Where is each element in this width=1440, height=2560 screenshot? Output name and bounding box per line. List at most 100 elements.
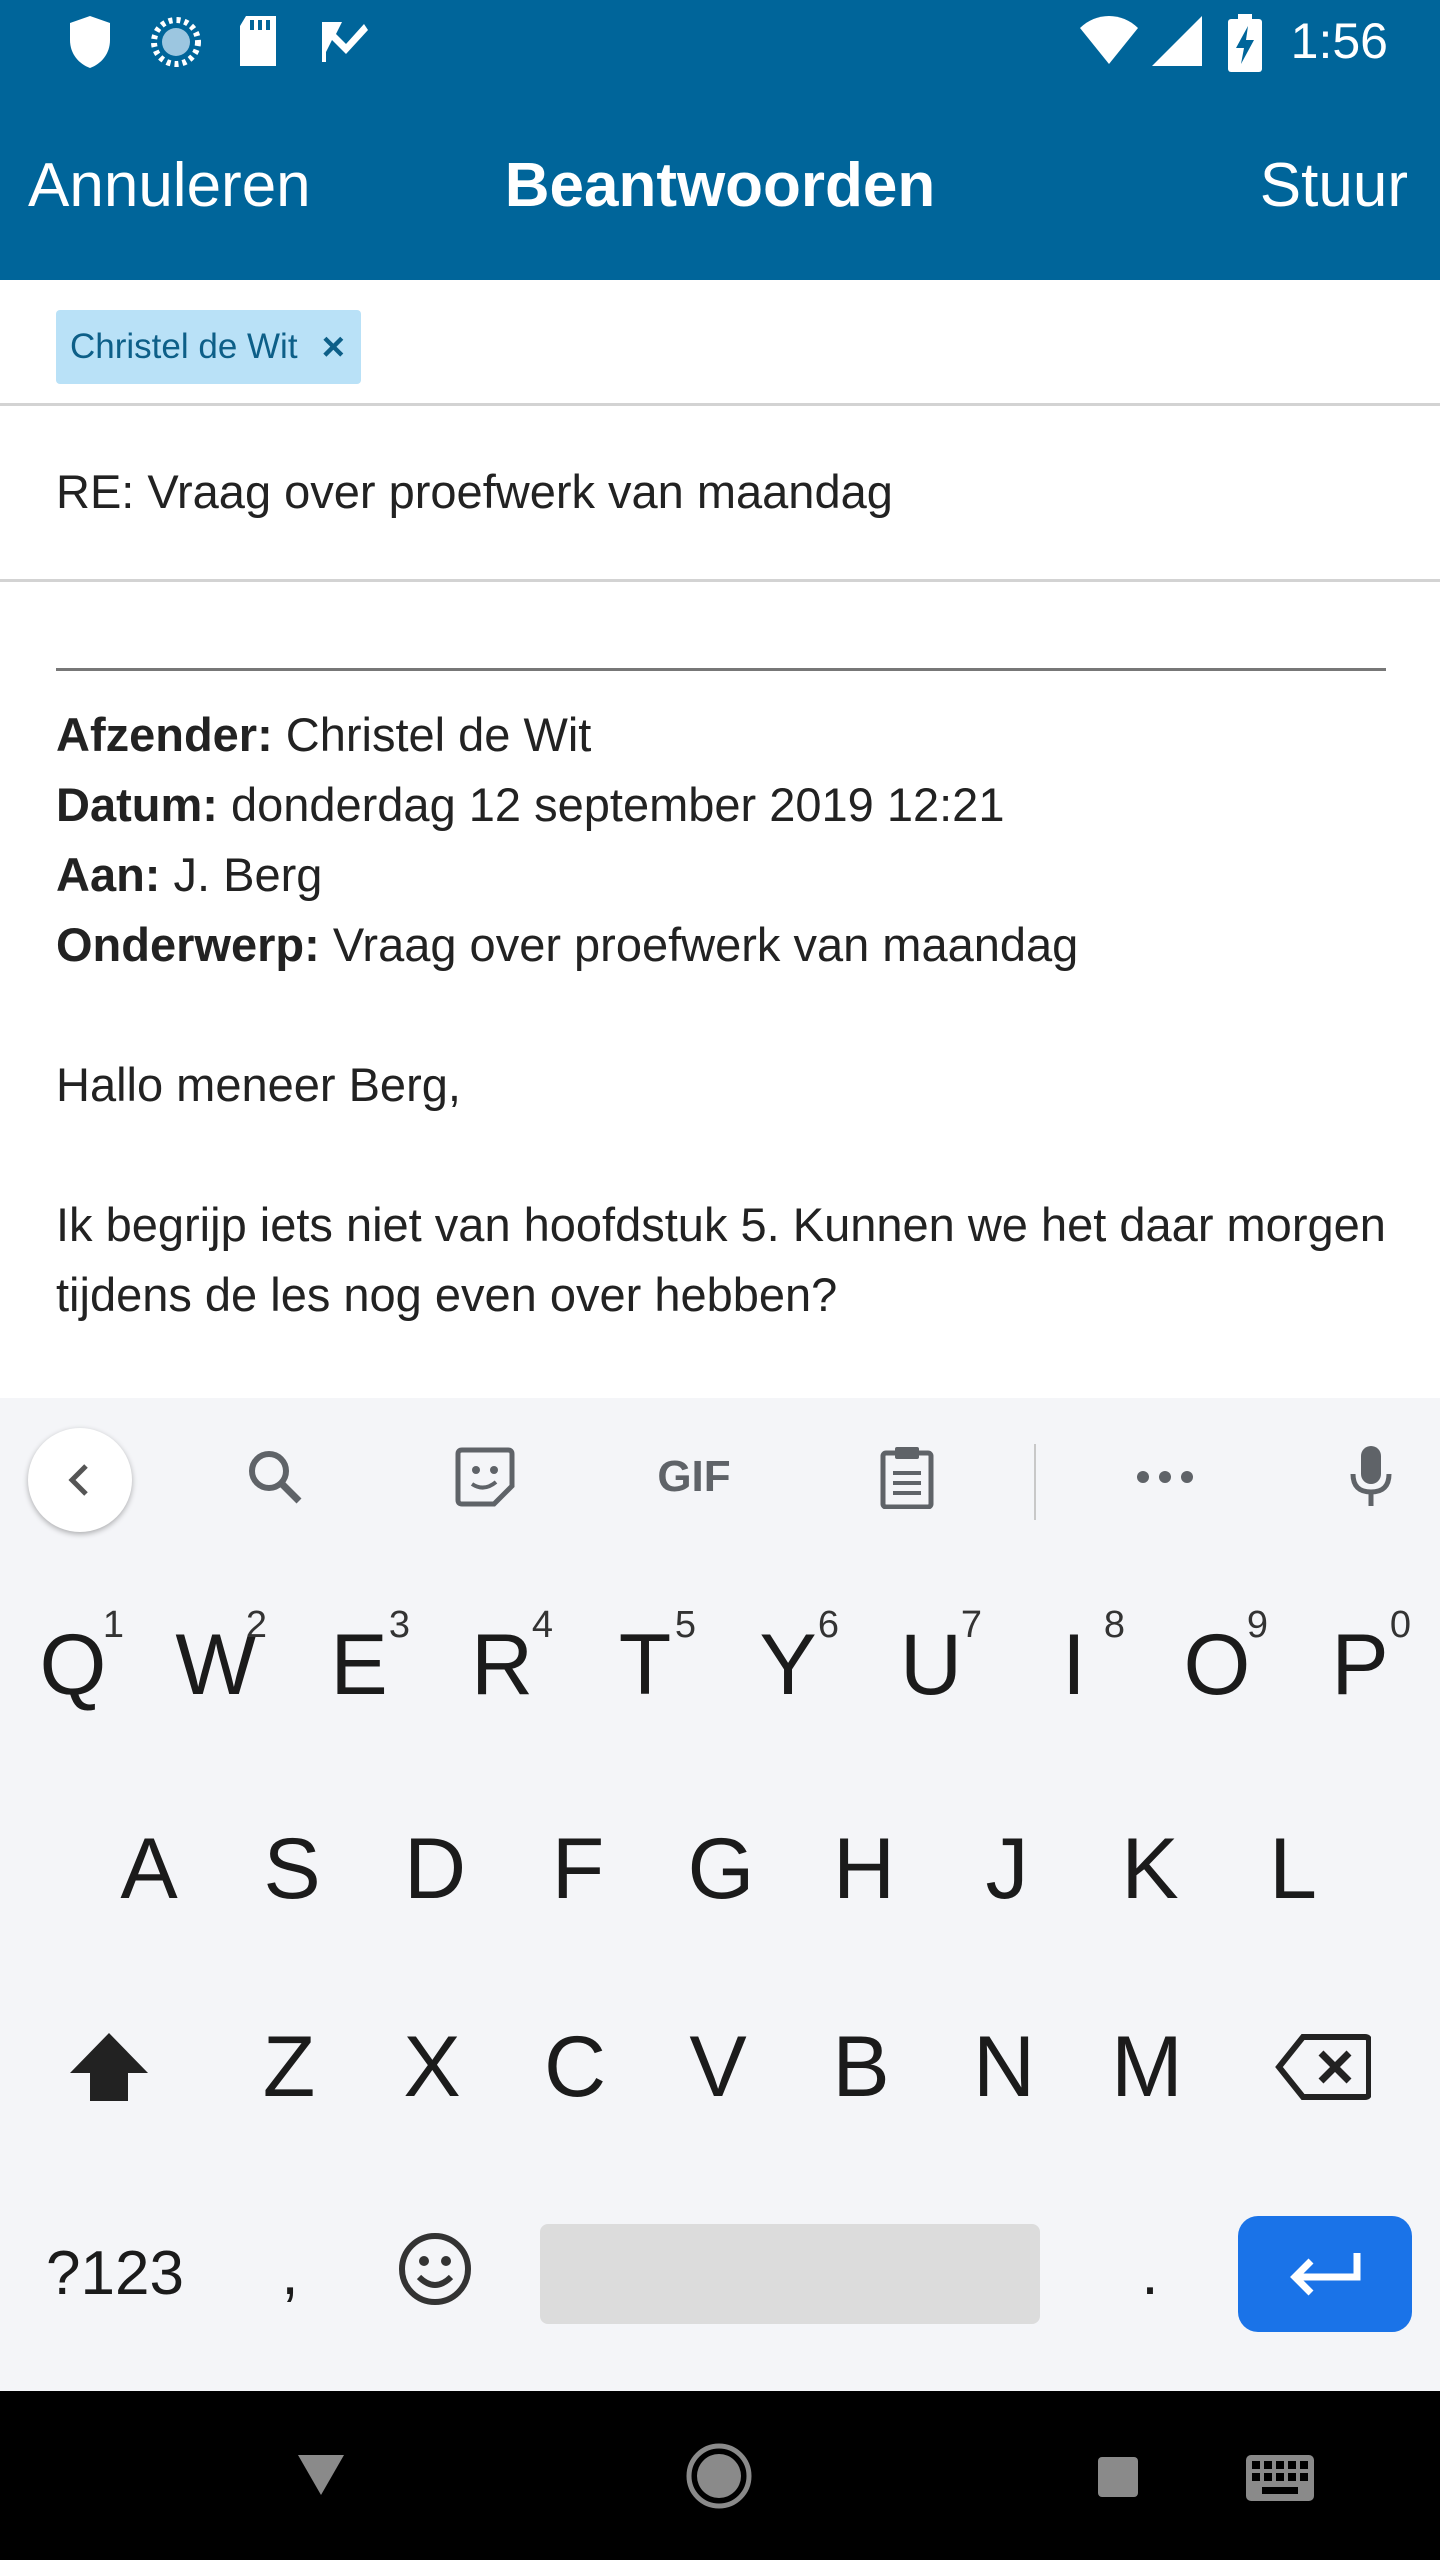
status-bar: 1:56 (0, 0, 1440, 84)
quoted-to-line: Aan: J. Berg (56, 840, 1386, 910)
key-label: E (330, 1616, 388, 1713)
recipients-field[interactable]: Christel de Wit × (0, 280, 1440, 406)
remove-recipient-icon[interactable]: × (322, 327, 345, 367)
key-z[interactable]: Z (224, 1992, 354, 2142)
key-number-hint: 3 (388, 1604, 410, 1646)
key-v[interactable]: V (653, 1992, 783, 2142)
key-l[interactable]: L (1228, 1794, 1358, 1944)
key-label: O (1183, 1616, 1251, 1713)
key-c[interactable]: C (510, 1992, 640, 2142)
quoted-header: Afzender: Christel de Wit Datum: donderd… (56, 700, 1386, 980)
key-label: U (899, 1616, 963, 1713)
key-x[interactable]: X (367, 1992, 497, 2142)
key-j[interactable]: J (942, 1794, 1072, 1944)
quoted-sender-line: Afzender: Christel de Wit (56, 700, 1386, 770)
key-number-hint: 1 (102, 1604, 124, 1646)
symbols-key-label: ?123 (46, 2238, 184, 2308)
recents-square-icon[interactable] (1096, 2455, 1140, 2503)
quoted-subject-value: Vraag over proefwerk van maandag (319, 918, 1079, 971)
sender-label: Afzender: (56, 708, 273, 761)
key-number-hint: 2 (245, 1604, 267, 1646)
quoted-subject-label: Onderwerp: (56, 918, 320, 971)
key-b[interactable]: B (796, 1992, 926, 2142)
date-label: Datum: (56, 778, 218, 831)
battery-charging-icon (1228, 14, 1262, 76)
back-chevron-icon[interactable] (28, 1428, 132, 1532)
task-check-icon (316, 14, 370, 72)
key-number-hint: 4 (531, 1604, 553, 1646)
key-label: Q (39, 1616, 107, 1713)
key-f[interactable]: F (513, 1794, 643, 1944)
key-r[interactable]: R4 (437, 1590, 567, 1740)
key-label: W (175, 1616, 257, 1713)
key-label: R (470, 1616, 534, 1713)
key-t[interactable]: T5 (580, 1590, 710, 1740)
microphone-icon[interactable] (1336, 1442, 1406, 1512)
key-y[interactable]: Y6 (723, 1590, 853, 1740)
recipient-chip[interactable]: Christel de Wit × (56, 310, 361, 384)
keyboard-icon[interactable] (1244, 2453, 1316, 2507)
to-label: Aan: (56, 848, 161, 901)
key-s[interactable]: S (227, 1794, 357, 1944)
page-title: Beantwoorden (504, 151, 936, 220)
enter-key[interactable] (1238, 2216, 1412, 2332)
shift-key[interactable] (44, 1992, 174, 2142)
key-number-hint: 6 (817, 1604, 839, 1646)
space-bar[interactable] (540, 2224, 1040, 2324)
key-number-hint: 9 (1246, 1604, 1268, 1646)
key-number-hint: 5 (674, 1604, 696, 1646)
key-number-hint: 0 (1389, 1604, 1411, 1646)
key-m[interactable]: M (1082, 1992, 1212, 2142)
key-d[interactable]: D (370, 1794, 500, 1944)
signal-icon (1150, 14, 1202, 70)
key-number-hint: 7 (960, 1604, 982, 1646)
wifi-icon (1078, 14, 1140, 70)
quoted-date-line: Datum: donderdag 12 september 2019 12:21 (56, 770, 1386, 840)
clipboard-icon[interactable] (872, 1442, 942, 1512)
search-icon[interactable] (240, 1442, 310, 1512)
period-key[interactable]: . (1100, 2208, 1200, 2338)
subject-field[interactable]: RE: Vraag over proefwerk van maandag (0, 406, 1440, 582)
clock-time: 1:56 (1290, 13, 1388, 69)
backspace-key[interactable] (1258, 1992, 1388, 2142)
key-u[interactable]: U7 (866, 1590, 996, 1740)
key-k[interactable]: K (1085, 1794, 1215, 1944)
keyboard: GIF Q1W2E3R4T5Y6U7I8O9P0 ASDFGHJKL ZXCVB… (0, 1398, 1440, 2391)
more-icon[interactable] (1130, 1442, 1200, 1512)
quote-divider (56, 668, 1386, 671)
sync-icon (148, 14, 204, 74)
key-q[interactable]: Q1 (8, 1590, 138, 1740)
key-e[interactable]: E3 (294, 1590, 424, 1740)
comma-key[interactable]: , (240, 2208, 340, 2338)
toolbar-separator (1034, 1444, 1036, 1520)
shield-icon (66, 14, 114, 74)
sd-card-icon (236, 14, 280, 72)
gif-label: GIF (657, 1452, 731, 1501)
message-text: Ik begrijp iets niet van hoofdstuk 5. Ku… (56, 1198, 1386, 1321)
key-a[interactable]: A (84, 1794, 214, 1944)
to-value: J. Berg (160, 848, 323, 901)
key-g[interactable]: G (656, 1794, 786, 1944)
key-label: Y (759, 1616, 817, 1713)
recipient-chip-label: Christel de Wit (70, 327, 298, 366)
sticker-icon[interactable] (450, 1442, 520, 1512)
subject-text: RE: Vraag over proefwerk van maandag (56, 465, 893, 518)
key-w[interactable]: W2 (151, 1590, 281, 1740)
key-n[interactable]: N (939, 1992, 1069, 2142)
send-button[interactable]: Stuur (1260, 150, 1408, 221)
key-label: P (1331, 1616, 1389, 1713)
key-p[interactable]: P0 (1295, 1590, 1425, 1740)
key-i[interactable]: I8 (1009, 1590, 1139, 1740)
date-value: donderdag 12 september 2019 12:21 (217, 778, 1005, 831)
back-triangle-icon[interactable] (296, 2453, 346, 2501)
symbols-key[interactable]: ?123 (20, 2208, 210, 2338)
gif-button[interactable]: GIF (646, 1442, 742, 1512)
greeting-text: Hallo meneer Berg, (56, 1058, 461, 1111)
navigation-bar (0, 2391, 1440, 2560)
key-o[interactable]: O9 (1152, 1590, 1282, 1740)
app-bar: Annuleren Beantwoorden Stuur (0, 84, 1440, 280)
home-circle-icon[interactable] (686, 2443, 752, 2513)
key-h[interactable]: H (799, 1794, 929, 1944)
emoji-icon[interactable] (380, 2204, 490, 2334)
quoted-subject-line: Onderwerp: Vraag over proefwerk van maan… (56, 910, 1386, 980)
